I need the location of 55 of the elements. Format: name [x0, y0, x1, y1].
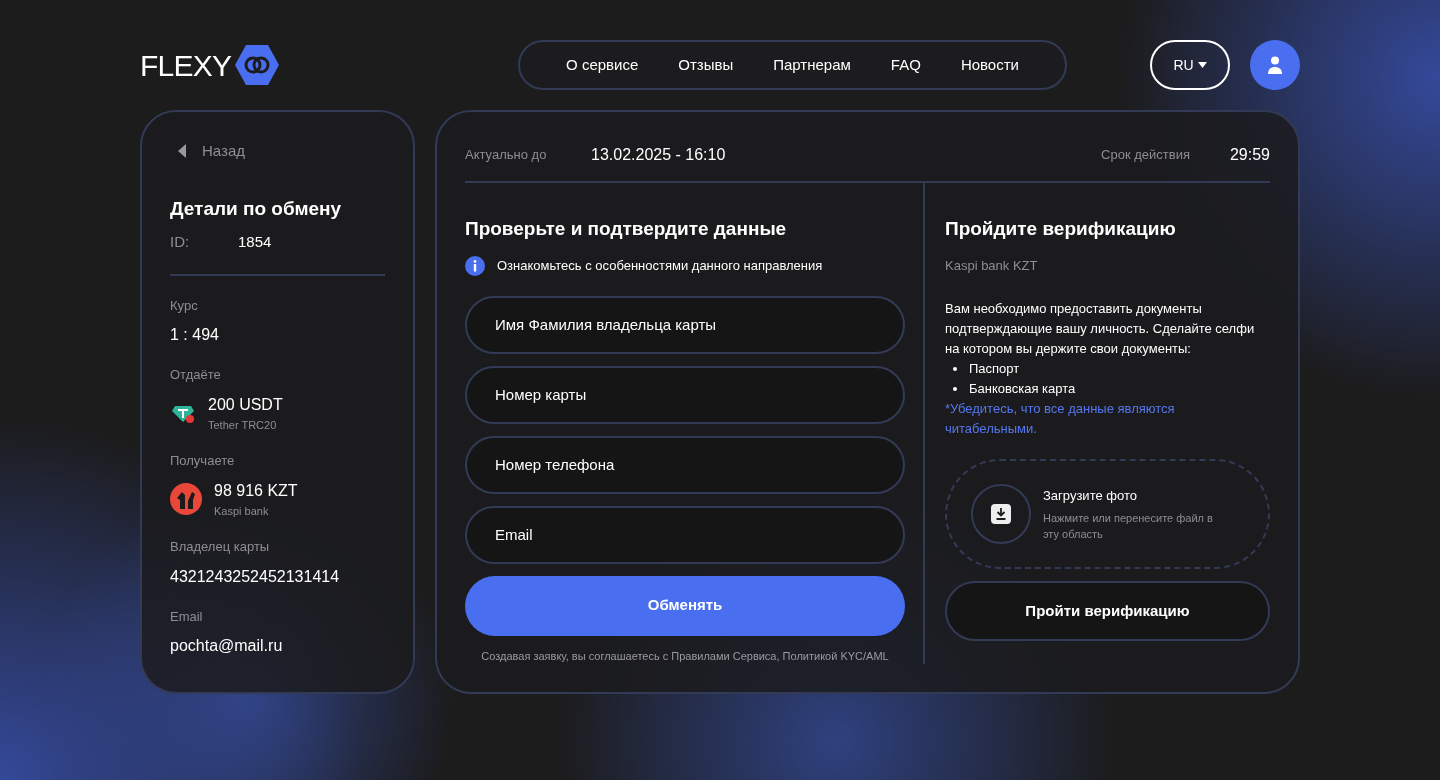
back-button[interactable]: Назад [178, 140, 245, 163]
detail-subtext: Kaspi bank [214, 503, 270, 519]
id-label: ID: [170, 232, 191, 252]
verification-note: *Убедитесь, что все данные являются читабельными. [945, 400, 1176, 438]
download-icon [991, 504, 1011, 524]
document-item: Банковская карта [969, 380, 1076, 399]
detail-value: 1 : 494 [170, 325, 220, 345]
valid-until-label: Актуально до [465, 145, 548, 164]
detail-subtext: Tether TRC20 [208, 417, 278, 433]
form-title: Проверьте и подтвердите данные [465, 217, 788, 241]
upload-hint: Нажмите или перенесите файл в эту область [1043, 510, 1214, 542]
caret-icon [1197, 62, 1207, 68]
document-item: Паспорт [969, 360, 1020, 379]
detail-value: pochta@mail.ru [170, 636, 284, 656]
detail-value: 200 USDT [208, 394, 283, 415]
terms-text: Создавая заявку, вы соглашаетесь с Правилами Сервиса, Политикой KYC/AML [480, 648, 890, 664]
expiry-timer: 29:59 [1229, 144, 1270, 165]
upload-dropzone[interactable]: Загрузите фото Нажмите или перенесите файл в эту область [945, 459, 1270, 569]
logo-text[interactable]: FLEXY [140, 42, 232, 88]
logo-icon [235, 44, 280, 86]
verification-title: Пройдите верификацию [945, 217, 1177, 241]
nav-link[interactable]: Отзывы [678, 53, 734, 77]
back-arrow-icon [178, 144, 186, 159]
id-value: 1854 [238, 232, 272, 252]
input-field[interactable]: Номер карты [465, 365, 905, 424]
verify-button[interactable]: Пройти верификацию [945, 581, 1270, 641]
detail-label: Получаете [170, 452, 236, 470]
language-button[interactable]: RU [1150, 40, 1230, 90]
valid-until-value: 13.02.2025 - 16:10 [591, 144, 726, 165]
detail-label: Владелец карты [170, 538, 271, 556]
exchange-button[interactable]: Обменять [465, 575, 905, 636]
detail-label: Отдаёте [170, 366, 222, 384]
nav-link[interactable]: FAQ [890, 53, 921, 77]
upload-title: Загрузите фото [1043, 487, 1138, 506]
bullet-icon [953, 367, 957, 371]
user-icon [1268, 56, 1282, 74]
verification-text: Вам необходимо предоставить документы подтверждающие вашу личность. Сделайте селфи на котором вы держите свои документы: [945, 300, 1256, 358]
input-field[interactable]: Номер телефона [465, 435, 905, 494]
input-field[interactable]: Имя Фамилия владельца карты [465, 295, 905, 354]
bank-icon [170, 482, 202, 515]
nav-link[interactable]: Новости [960, 53, 1019, 77]
bullet-icon [953, 387, 957, 391]
detail-value: 4321243252452131414 [170, 566, 341, 587]
detail-label: Курс [170, 296, 199, 315]
details-title: Детали по обмену [170, 196, 343, 221]
input-field[interactable]: Email [465, 505, 905, 564]
user-avatar-button[interactable] [1250, 40, 1300, 90]
info-text: Ознакомьтесь с особенностями данного направления [497, 256, 823, 275]
expiry-label: Срок действия [1101, 145, 1190, 164]
nav-link[interactable]: О сервисе [566, 53, 639, 77]
info-icon[interactable] [465, 255, 485, 276]
detail-value: 98 916 KZT [214, 480, 298, 501]
nav-link[interactable]: Партнерам [773, 53, 851, 77]
detail-label: Email [170, 607, 204, 626]
verification-subtitle: Kaspi bank KZT [945, 256, 1039, 275]
